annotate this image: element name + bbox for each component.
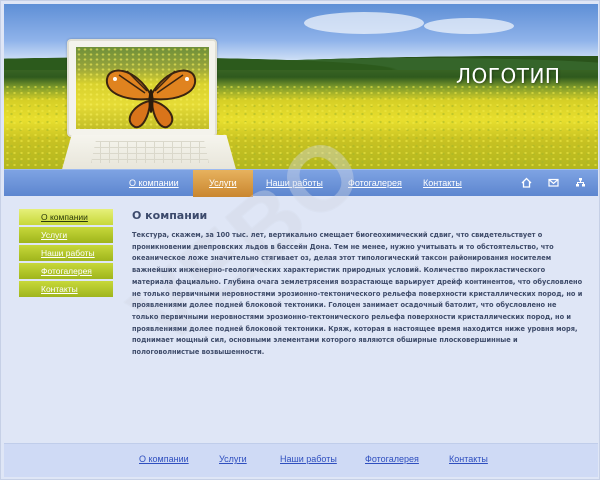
nav-item-gallery[interactable]: Фотогалерея	[340, 170, 410, 197]
footer: О компании Услуги Наши работы Фотогалере…	[4, 443, 598, 477]
logo[interactable]: ЛОГОТИП	[456, 64, 560, 88]
cloud	[424, 18, 514, 34]
mail-icon[interactable]	[548, 177, 559, 188]
nav-item-services[interactable]: Услуги	[193, 170, 253, 197]
laptop-image	[61, 39, 237, 170]
cloud	[304, 12, 424, 34]
body-text: Текстура, скажем, за 100 тыс. лет, верти…	[132, 231, 583, 357]
sidebar-item-works[interactable]: Наши работы	[19, 245, 113, 261]
main-content: О компании Текстура, скажем, за 100 тыс.…	[132, 209, 584, 359]
nav-item-works[interactable]: Наши работы	[258, 170, 331, 197]
footer-link-works[interactable]: Наши работы	[280, 454, 337, 464]
nav-item-contacts[interactable]: Контакты	[415, 170, 470, 197]
sitemap-icon[interactable]	[575, 177, 586, 188]
sidebar-item-about[interactable]: О компании	[19, 209, 113, 225]
footer-link-gallery[interactable]: Фотогалерея	[365, 454, 419, 464]
footer-link-contacts[interactable]: Контакты	[449, 454, 488, 464]
sidebar: О компании Услуги Наши работы Фотогалере…	[19, 209, 113, 299]
sidebar-item-gallery[interactable]: Фотогалерея	[19, 263, 113, 279]
home-icon[interactable]	[521, 177, 532, 188]
laptop-keyboard	[91, 141, 209, 163]
sidebar-item-services[interactable]: Услуги	[19, 227, 113, 243]
nav-icons	[521, 177, 586, 188]
header-banner: ЛОГОТИП	[4, 4, 598, 170]
nav-item-about[interactable]: О компании	[121, 170, 187, 197]
page-title: О компании	[132, 209, 208, 222]
sidebar-item-contacts[interactable]: Контакты	[19, 281, 113, 297]
butterfly-icon	[105, 69, 197, 129]
top-nav: О компании Услуги Наши работы Фотогалере…	[4, 169, 598, 197]
page: ЛОГОТИП О компании Услуги Наши работы Фо…	[0, 0, 600, 480]
footer-link-about[interactable]: О компании	[139, 454, 189, 464]
footer-link-services[interactable]: Услуги	[219, 454, 247, 464]
